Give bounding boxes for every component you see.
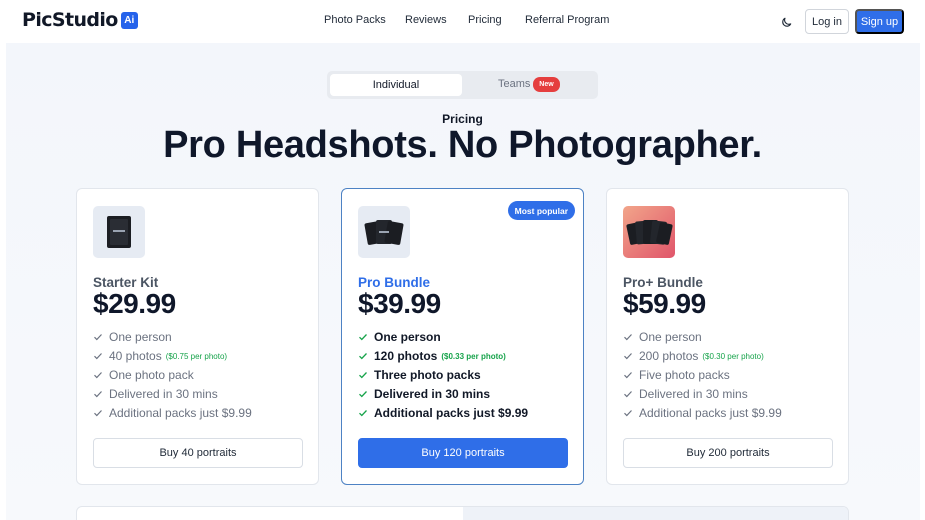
per-photo-price: ($0.30 per photo) [702, 351, 764, 361]
feature-item: Delivered in 30 mins [93, 387, 218, 401]
feature-text: Three photo packs [374, 368, 481, 382]
feature-text: One person [639, 330, 702, 344]
teams-plan-box-shade [463, 507, 848, 520]
feature-text: Delivered in 30 mins [374, 387, 491, 401]
buy-120-button[interactable]: Buy 120 portraits [358, 438, 568, 468]
feature-text: 40 photos [109, 349, 162, 363]
feature-text: One person [374, 330, 441, 344]
feature-item: Three photo packs [358, 368, 481, 382]
page-title: Pro Headshots. No Photographer. [163, 124, 762, 166]
check-icon [94, 353, 102, 360]
plan-type-toggle: Individual Teams New [327, 71, 598, 99]
feature-text: Additional packs just $9.99 [109, 406, 252, 420]
nav-reviews[interactable]: Reviews [405, 14, 447, 26]
check-icon [624, 410, 632, 417]
teams-plan-box [76, 506, 849, 520]
product-image [623, 206, 675, 258]
feature-item: One person [93, 330, 172, 344]
check-icon [359, 372, 367, 379]
login-button[interactable]: Log in [805, 9, 849, 34]
nav-photo-packs[interactable]: Photo Packs [324, 14, 386, 26]
feature-item: One photo pack [93, 368, 194, 382]
logo[interactable]: PicStudio Ai [22, 9, 138, 31]
plan-card-pro-plus: Pro+ Bundle $59.99 One person 200 photos… [606, 188, 849, 485]
feature-item: 40 photos ($0.75 per photo) [93, 349, 227, 363]
product-image [93, 206, 145, 258]
per-photo-price: ($0.75 per photo) [165, 351, 228, 361]
feature-text: Delivered in 30 mins [639, 387, 748, 401]
plan-card-starter: Starter Kit $29.99 One person 40 photos(… [76, 188, 319, 485]
plan-card-pro: Most popular Pro Bundle $39.99 One perso… [341, 188, 584, 485]
feature-item: One person [358, 330, 441, 344]
most-popular-badge: Most popular [507, 201, 575, 220]
feature-item: 120 photos ($0.33 per photo) [358, 349, 506, 363]
logo-text: PicStudio [22, 9, 118, 31]
feature-item: Delivered in 30 mins [358, 387, 490, 401]
buy-200-button[interactable]: Buy 200 portraits [623, 438, 833, 468]
per-photo-price: ($0.33 per photo) [441, 351, 506, 361]
feature-item: Five photo packs [623, 368, 730, 382]
plan-price: $59.99 [623, 288, 706, 319]
check-icon [359, 391, 367, 398]
feature-item: Additional packs just $9.99 [358, 406, 528, 420]
logo-ai-badge: Ai [120, 11, 138, 29]
toggle-teams[interactable]: Teams [498, 78, 530, 90]
feature-text: One photo pack [109, 368, 194, 382]
check-icon [94, 410, 102, 417]
feature-text: 120 photos [374, 349, 438, 363]
feature-item: One person [623, 330, 702, 344]
new-badge: New [533, 77, 560, 92]
check-icon [624, 334, 632, 341]
check-icon [359, 353, 367, 360]
check-icon [359, 410, 367, 417]
signup-button[interactable]: Sign up [855, 9, 904, 34]
feature-item: 200 photos ($0.30 per photo) [623, 349, 764, 363]
product-image [358, 206, 410, 258]
top-header: PicStudio Ai Photo Packs Reviews Pricing… [0, 0, 925, 43]
check-icon [624, 391, 632, 398]
feature-item: Delivered in 30 mins [623, 387, 748, 401]
toggle-individual[interactable]: Individual [330, 74, 462, 96]
feature-text: Five photo packs [639, 368, 730, 382]
feature-item: Additional packs just $9.99 [93, 406, 252, 420]
feature-text: Additional packs just $9.99 [374, 406, 529, 420]
feature-text: 200 photos [639, 349, 699, 363]
feature-text: Additional packs just $9.99 [639, 406, 782, 420]
check-icon [94, 391, 102, 398]
buy-40-button[interactable]: Buy 40 portraits [93, 438, 303, 468]
plan-price: $29.99 [93, 288, 176, 319]
feature-text: One person [109, 330, 172, 344]
check-icon [94, 372, 102, 379]
check-icon [624, 353, 632, 360]
check-icon [94, 334, 102, 341]
check-icon [359, 334, 367, 341]
feature-text: Delivered in 30 mins [109, 387, 218, 401]
feature-item: Additional packs just $9.99 [623, 406, 782, 420]
nav-pricing[interactable]: Pricing [468, 14, 502, 26]
moon-icon[interactable] [781, 15, 793, 27]
plan-price: $39.99 [358, 288, 441, 319]
check-icon [624, 372, 632, 379]
nav-referral-program[interactable]: Referral Program [525, 14, 609, 26]
